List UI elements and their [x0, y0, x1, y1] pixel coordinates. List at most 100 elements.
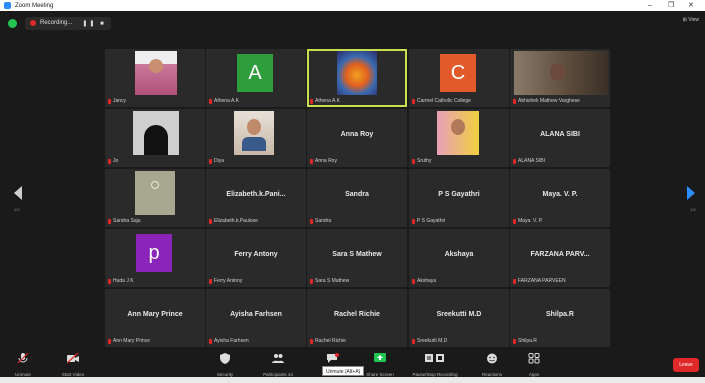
participant-tile[interactable]: ALANA SIBI ALANA SIBI: [510, 109, 610, 167]
participant-name-label: Rachel Richie: [310, 338, 346, 344]
participant-tile[interactable]: Rachel Richie Rachel Richie: [307, 289, 407, 347]
muted-mic-icon: [412, 158, 415, 164]
participant-tile[interactable]: Abhishek Mathew Varghese: [510, 49, 610, 107]
participant-tile[interactable]: Sandra Sandra: [307, 169, 407, 227]
participant-tile[interactable]: Diya: [206, 109, 306, 167]
participant-name-label: Ann Mary Prince: [108, 338, 150, 344]
muted-mic-icon: [310, 98, 313, 104]
participant-tile[interactable]: Sandra Saju: [105, 169, 205, 227]
muted-mic-icon: [108, 218, 111, 224]
participant-display-name: Rachel Richie: [334, 311, 380, 318]
participant-name-label: P S Gayathri: [412, 218, 445, 224]
participant-tile[interactable]: Elizabeth.k.Pani... Elizabeth.k.Paulose: [206, 169, 306, 227]
participant-tile[interactable]: Athena A.K: [307, 49, 407, 107]
participant-display-name: FARZANA PARV...: [530, 251, 590, 258]
participant-name-text: Sruthy: [417, 158, 432, 164]
participant-tile[interactable]: Ferry Antony Ferry Antony: [206, 229, 306, 287]
title-bar: Zoom Meeting – ❐ ✕: [0, 0, 705, 11]
muted-mic-icon: [513, 338, 516, 344]
participant-name-text: Diya: [214, 158, 225, 164]
participant-tile[interactable]: FARZANA PARV... FARZANA PARVEEN: [510, 229, 610, 287]
muted-mic-icon: [310, 218, 313, 224]
participant-name-text: Carmel Catholic College: [417, 98, 471, 104]
participant-tile[interactable]: Sruthy: [409, 109, 509, 167]
participant-avatar: p: [136, 234, 172, 272]
next-page-arrow-icon[interactable]: [687, 186, 695, 200]
participant-name-text: Sara S Mathew: [315, 278, 350, 284]
participant-name-label: Jo: [108, 158, 118, 164]
microphone-muted-icon: [17, 352, 29, 364]
participant-tile[interactable]: Ann Mary Prince Ann Mary Prince: [105, 289, 205, 347]
participant-name-label: Carmel Catholic College: [412, 98, 471, 104]
reactions-button[interactable]: Reactions: [474, 351, 510, 377]
close-button[interactable]: ✕: [688, 0, 694, 11]
pause-stop-recording-icons[interactable]: ❚❚ ■: [82, 20, 105, 27]
participant-tile[interactable]: Akshaya Akshaya: [409, 229, 509, 287]
view-button[interactable]: ⊞ View: [683, 17, 699, 23]
participant-name-text: FARZANA PARVEEN: [518, 278, 566, 284]
participant-name-text: Rachel Richie: [315, 338, 346, 344]
participant-tile[interactable]: Maya. V. P. Maya. V. P.: [510, 169, 610, 227]
start-video-button[interactable]: Start Video: [52, 351, 94, 377]
participant-name-label: Diya: [209, 158, 224, 164]
meeting-top-strip: Recording... ❚❚ ■ ⊞ View: [0, 11, 705, 35]
share-screen-button[interactable]: Share Screen: [360, 351, 400, 377]
participant-tile[interactable]: Jo: [105, 109, 205, 167]
participant-display-name: Ann Mary Prince: [127, 311, 183, 318]
participant-name-text: Anna Roy: [315, 158, 337, 164]
participant-display-name: Shilpa.R: [545, 311, 574, 318]
participant-name-label: Jancy: [108, 98, 126, 104]
participant-name-label: Sruthy: [412, 158, 431, 164]
participant-tile[interactable]: P S Gayathri P S Gayathri: [409, 169, 509, 227]
participant-avatar: C: [440, 54, 476, 92]
page-indicator-left: 1/3: [14, 207, 20, 212]
participant-name-text: Athena A.K: [315, 98, 341, 104]
participant-name-text: Elizabeth.k.Paulose: [214, 218, 258, 224]
participant-name-text: Sandra: [315, 218, 332, 224]
participant-tile[interactable]: Sreekutti M.D Sreekutti M.D: [409, 289, 509, 347]
participant-name-text: Abhishek Mathew Varghese: [518, 98, 580, 104]
participant-name-label: Ferry Antony: [209, 278, 242, 284]
minimize-button[interactable]: –: [648, 0, 652, 11]
previous-page-arrow-icon[interactable]: [14, 186, 22, 200]
zoom-logo-icon: [4, 2, 11, 9]
participant-name-label: ALANA SIBI: [513, 158, 545, 164]
muted-mic-icon: [108, 158, 111, 164]
apps-button[interactable]: Apps: [522, 351, 546, 377]
recording-indicator: Recording... ❚❚ ■: [25, 16, 111, 30]
zoom-window: Zoom Meeting – ❐ ✕ Recording... ❚❚ ■ ⊞ V…: [0, 0, 705, 383]
muted-mic-icon: [209, 98, 212, 104]
participant-tile[interactable]: Jancy: [105, 49, 205, 107]
participant-name-label: Sandra Saju: [108, 218, 141, 224]
muted-mic-icon: [513, 98, 516, 104]
participant-tile[interactable]: p Huda J K: [105, 229, 205, 287]
participant-name-text: Athena A.K: [214, 98, 240, 104]
muted-mic-icon: [513, 218, 516, 224]
security-button[interactable]: Security: [210, 351, 240, 377]
participant-tile[interactable]: A Athena A.K: [206, 49, 306, 107]
maximize-button[interactable]: ❐: [668, 0, 674, 11]
participant-display-name: Sandra: [345, 191, 369, 198]
participant-name-text: Ann Mary Prince: [113, 338, 150, 344]
participant-name-label: Ayisha Farhsen: [209, 338, 249, 344]
participant-tile[interactable]: Ayisha Farhsen Ayisha Farhsen: [206, 289, 306, 347]
participant-tile[interactable]: C Carmel Catholic College: [409, 49, 509, 107]
unmute-button[interactable]: Unmute: [6, 351, 40, 377]
participant-display-name: ALANA SIBI: [540, 131, 580, 138]
participant-name-label: Sreekutti M.D: [412, 338, 447, 344]
participant-tile[interactable]: Sara S Mathew Sara S Mathew: [307, 229, 407, 287]
shield-icon: [220, 353, 230, 364]
participant-tile[interactable]: Anna Roy Anna Roy: [307, 109, 407, 167]
participants-button[interactable]: Participants 44: [258, 351, 298, 377]
participant-name-text: Jo: [113, 158, 119, 164]
pause-stop-recording-button[interactable]: Pause/Stop Recording: [410, 351, 460, 377]
muted-mic-icon: [108, 338, 111, 344]
participant-name-label: Sandra: [310, 218, 331, 224]
participant-display-name: P S Gayathri: [438, 191, 480, 198]
participant-tile[interactable]: Shilpa.R Shilpa.R: [510, 289, 610, 347]
participant-name-label: Elizabeth.k.Paulose: [209, 218, 258, 224]
participant-display-name: Ayisha Farhsen: [230, 311, 282, 318]
participant-name-text: Sandra Saju: [113, 218, 141, 224]
leave-button[interactable]: Leave: [673, 358, 699, 372]
security-shield-icon[interactable]: [8, 18, 17, 28]
